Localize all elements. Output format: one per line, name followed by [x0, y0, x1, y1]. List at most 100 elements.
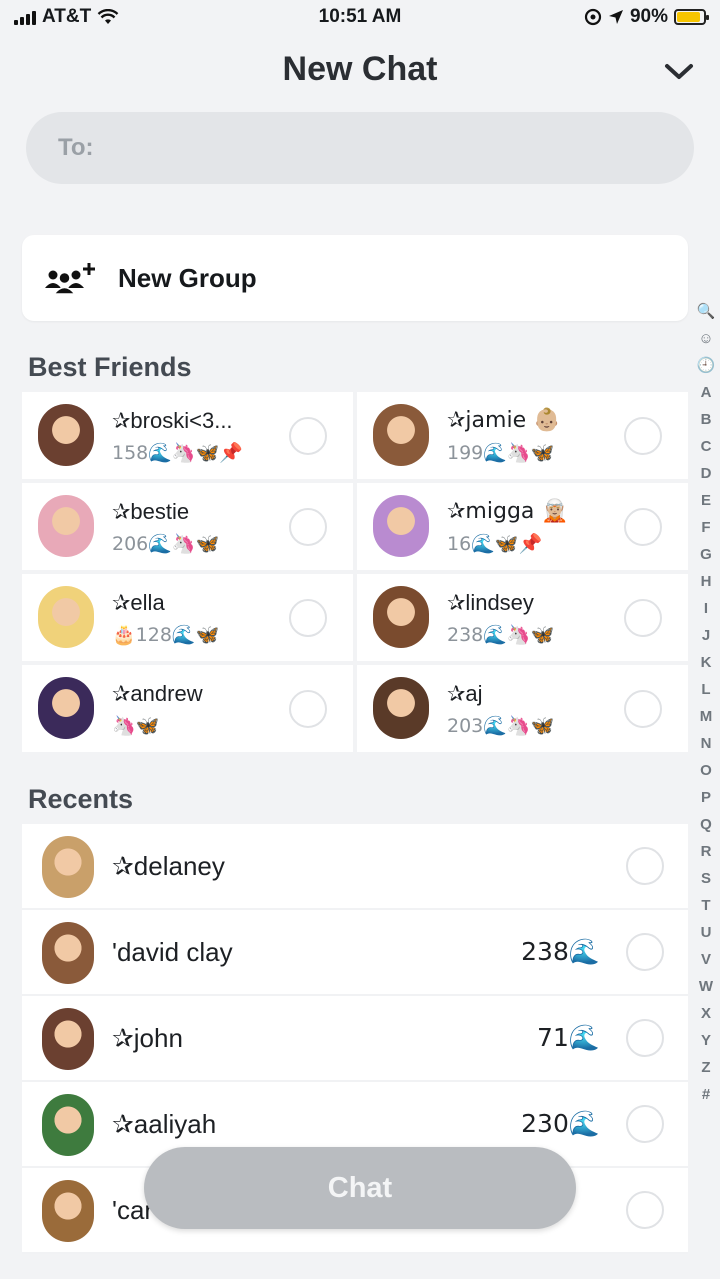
new-group-button[interactable]: New Group — [22, 235, 688, 321]
select-radio[interactable] — [289, 417, 327, 455]
select-radio[interactable] — [624, 417, 662, 455]
best-friend-cell[interactable]: ✰ella 🎂128🌊🦋 — [22, 574, 353, 661]
index-letter[interactable]: Q — [700, 811, 712, 838]
select-radio[interactable] — [624, 508, 662, 546]
recents-heading: Recents — [28, 784, 134, 814]
index-letter[interactable]: W — [699, 973, 713, 1000]
collapse-button[interactable] — [662, 58, 696, 86]
bitmoji-avatar — [38, 495, 94, 557]
bitmoji-avatar — [42, 836, 94, 898]
friend-streak: 158🌊🦄🦋📌 — [112, 442, 243, 464]
index-letter[interactable]: S — [701, 865, 711, 892]
index-letter[interactable]: D — [701, 460, 712, 487]
recipient-search-field[interactable]: To: — [26, 112, 694, 184]
index-letter[interactable]: # — [702, 1081, 710, 1108]
select-radio[interactable] — [626, 1191, 664, 1229]
index-letter[interactable]: K — [701, 649, 712, 676]
select-radio[interactable] — [626, 847, 664, 885]
index-letter[interactable]: N — [701, 730, 712, 757]
contact-name: ✰john — [112, 1023, 183, 1053]
index-letter[interactable]: Y — [701, 1027, 711, 1054]
friend-name: ✰jamie 👶🏼 — [447, 408, 561, 433]
bitmoji-avatar — [373, 677, 429, 739]
alphabet-index[interactable]: 🔍 ☺ 🕘 A B C D E F G H I J K L M N O P Q R S T U V W X Y Z # — [697, 298, 716, 1108]
index-letter[interactable]: 🕘 — [697, 352, 716, 379]
index-letter[interactable]: R — [701, 838, 712, 865]
status-right: 90% — [584, 6, 709, 28]
select-radio[interactable] — [626, 933, 664, 971]
contact-streak: 238🌊 — [521, 937, 600, 966]
index-letter[interactable]: L — [701, 676, 710, 703]
friend-streak: 199🌊🦄🦋 — [447, 442, 555, 464]
index-letter[interactable]: J — [702, 622, 710, 649]
orientation-lock-icon — [584, 8, 602, 26]
index-letter[interactable]: F — [701, 514, 710, 541]
select-radio[interactable] — [289, 690, 327, 728]
friend-name: ✰broski<3... — [112, 408, 233, 433]
select-radio[interactable] — [289, 599, 327, 637]
index-letter[interactable]: I — [704, 595, 708, 622]
select-radio[interactable] — [289, 508, 327, 546]
bitmoji-avatar — [42, 1094, 94, 1156]
index-letter[interactable]: E — [701, 487, 711, 514]
select-radio[interactable] — [626, 1019, 664, 1057]
bitmoji-avatar — [42, 1180, 94, 1242]
friend-name: ✰bestie — [112, 499, 190, 524]
chat-button[interactable]: Chat — [144, 1147, 576, 1229]
index-letter[interactable]: A — [701, 379, 712, 406]
contact-name: ✰delaney — [112, 851, 225, 881]
select-radio[interactable] — [624, 690, 662, 728]
status-bar: AT&T 10:51 AM 90% — [0, 0, 720, 38]
battery-fill — [677, 12, 701, 22]
index-letter[interactable]: M — [700, 703, 713, 730]
friend-name: ✰lindsey — [447, 590, 534, 615]
bitmoji-avatar — [38, 677, 94, 739]
recent-contact-row[interactable]: 'david clay 238🌊 — [22, 910, 688, 996]
select-radio[interactable] — [624, 599, 662, 637]
recent-contact-row[interactable]: ✰delaney — [22, 824, 688, 910]
location-arrow-icon — [608, 10, 623, 24]
index-letter[interactable]: B — [701, 406, 712, 433]
bitmoji-avatar — [373, 404, 429, 466]
battery-percent: 90% — [629, 6, 668, 27]
best-friend-cell[interactable]: ✰andrew 🦄🦋 — [22, 665, 353, 752]
best-friends-heading: Best Friends — [28, 352, 192, 382]
friend-streak: 203🌊🦄🦋 — [447, 715, 555, 737]
bitmoji-avatar — [373, 586, 429, 648]
select-radio[interactable] — [626, 1105, 664, 1143]
index-letter[interactable]: V — [701, 946, 711, 973]
page-title: New Chat — [282, 50, 438, 88]
index-letter[interactable]: P — [701, 784, 711, 811]
friend-name: ✰ella — [112, 590, 165, 615]
recent-contact-row[interactable]: ✰john 71🌊 — [22, 996, 688, 1082]
add-group-icon — [45, 263, 95, 295]
index-letter[interactable]: H — [701, 568, 712, 595]
best-friend-cell[interactable]: ✰bestie 206🌊🦄🦋 — [22, 483, 353, 570]
chat-button-label: Chat — [327, 1171, 393, 1204]
friend-name: ✰aj — [447, 681, 483, 706]
friend-name: ✰andrew — [112, 681, 203, 706]
bitmoji-avatar — [373, 495, 429, 557]
index-letter[interactable]: ☺ — [698, 325, 713, 352]
index-letter[interactable]: C — [701, 433, 712, 460]
index-letter[interactable]: G — [700, 541, 712, 568]
battery-icon — [674, 9, 709, 25]
index-letter[interactable]: X — [701, 1000, 711, 1027]
contact-name: 'david clay — [112, 937, 233, 967]
contact-streak: 230🌊 — [521, 1109, 600, 1138]
friend-streak: 🎂128🌊🦋 — [112, 624, 220, 646]
index-letter[interactable]: Z — [701, 1054, 710, 1081]
friend-streak: 238🌊🦄🦋 — [447, 624, 555, 646]
index-letter[interactable]: T — [701, 892, 710, 919]
friend-streak: 16🌊🦋📌 — [447, 533, 543, 555]
to-label: To: — [58, 134, 94, 161]
best-friend-cell[interactable]: ✰lindsey 238🌊🦄🦋 — [357, 574, 688, 661]
index-letter[interactable]: U — [701, 919, 712, 946]
best-friend-cell[interactable]: ✰broski<3... 158🌊🦄🦋📌 — [22, 392, 353, 479]
best-friend-cell[interactable]: ✰aj 203🌊🦄🦋 — [357, 665, 688, 752]
index-letter[interactable]: 🔍 — [697, 298, 716, 325]
best-friend-cell[interactable]: ✰migga 🧝🏼 16🌊🦋📌 — [357, 483, 688, 570]
best-friend-cell[interactable]: ✰jamie 👶🏼 199🌊🦄🦋 — [357, 392, 688, 479]
bitmoji-avatar — [42, 922, 94, 984]
index-letter[interactable]: O — [700, 757, 712, 784]
